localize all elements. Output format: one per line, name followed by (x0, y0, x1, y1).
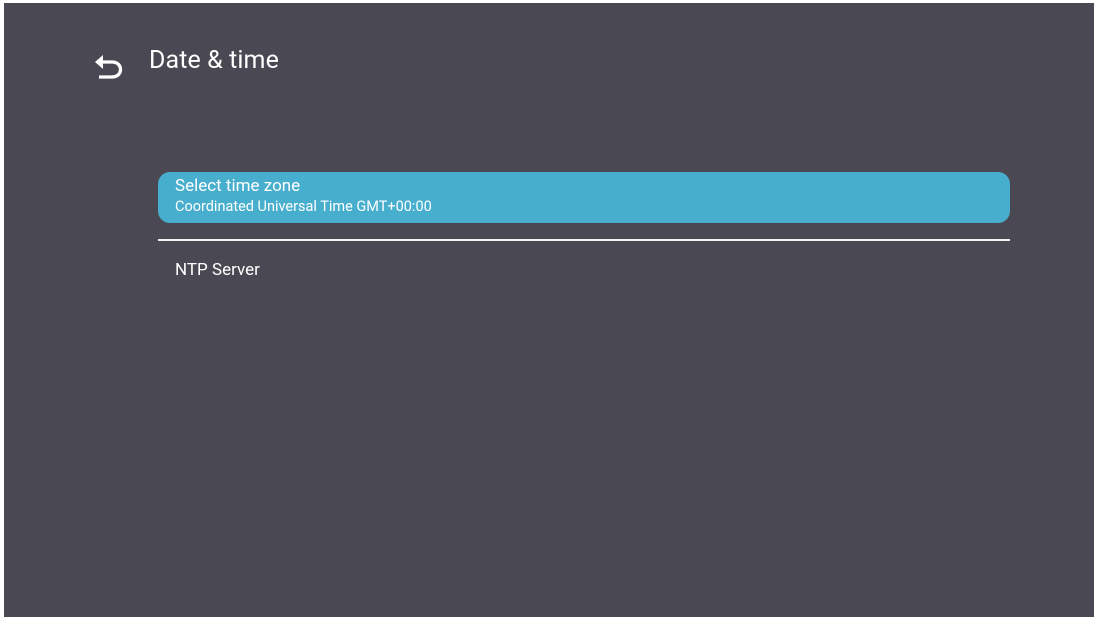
back-arrow-icon (95, 55, 123, 79)
list-item-ntp-server[interactable]: NTP Server (158, 241, 1010, 281)
page-title: Date & time (149, 46, 279, 75)
back-button[interactable] (90, 48, 126, 82)
settings-screen: Date & time Select time zone Coordinated… (4, 3, 1094, 617)
settings-list: Select time zone Coordinated Universal T… (158, 172, 1010, 281)
list-item-title: NTP Server (175, 260, 260, 280)
list-item-title: Select time zone (175, 176, 301, 196)
list-item-subtitle: Coordinated Universal Time GMT+00:00 (175, 198, 432, 215)
list-item-select-time-zone[interactable]: Select time zone Coordinated Universal T… (158, 172, 1010, 223)
